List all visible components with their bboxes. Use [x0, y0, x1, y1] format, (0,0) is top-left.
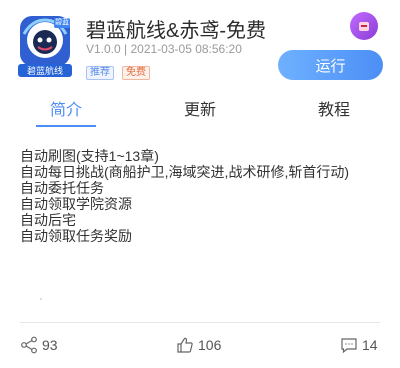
tag-free: 免费	[122, 66, 150, 80]
divider	[20, 322, 380, 323]
share-count: 93	[42, 337, 58, 353]
description-line: 自动委托任务	[20, 180, 104, 196]
description-line: 自动刷图(支持1~13章)	[20, 148, 159, 164]
app-title: 碧蓝航线&赤鸢-免费	[86, 20, 266, 42]
tab-tutorial[interactable]: 教程	[294, 96, 374, 120]
tag-list: 推荐 免费	[86, 66, 150, 80]
dot-divider	[40, 298, 42, 300]
app-icon: 碧蓝 碧蓝航线	[18, 14, 72, 78]
description-line: 自动领取任务奖励	[20, 228, 132, 244]
tab-intro[interactable]: 简介	[26, 96, 106, 120]
app-meta: V1.0.0 | 2021-03-05 08:56:20	[86, 42, 242, 56]
description-line: 自动每日挑战(商船护卫,海域突进,战术研修,斩首行动)	[20, 164, 349, 180]
share-button[interactable]: 93	[20, 336, 58, 354]
like-button[interactable]: 106	[176, 336, 221, 354]
tab-active-indicator	[36, 125, 96, 127]
description: 自动刷图(支持1~13章) 自动每日挑战(商船护卫,海域突进,战术研修,斩首行动…	[20, 148, 349, 244]
thumbs-up-icon	[176, 336, 194, 354]
description-line: 自动后宅	[20, 212, 76, 228]
comment-count: 14	[362, 337, 378, 353]
app-icon-label: 碧蓝航线	[26, 66, 63, 76]
tab-updates[interactable]: 更新	[160, 96, 240, 120]
description-line: 自动领取学院资源	[20, 196, 132, 212]
comment-icon	[340, 336, 358, 354]
comment-button[interactable]: 14	[340, 336, 378, 354]
share-icon	[20, 336, 38, 354]
like-count: 106	[198, 337, 222, 353]
tag-recommend: 推荐	[86, 66, 114, 80]
run-button[interactable]: 运行	[278, 50, 383, 80]
avatar-glyph-icon	[359, 21, 369, 31]
app-icon-badge: 碧蓝	[55, 19, 69, 26]
tab-bar: 简介 更新 教程	[0, 96, 400, 124]
avatar[interactable]	[350, 12, 378, 40]
